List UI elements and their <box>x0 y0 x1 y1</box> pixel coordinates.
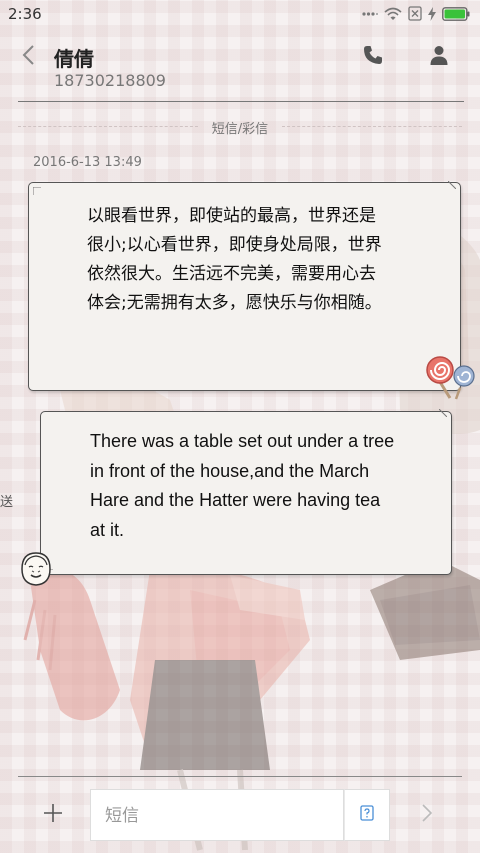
chevron-right-icon <box>421 803 433 827</box>
sms-template-button[interactable] <box>344 789 390 841</box>
contact-avatar-icon[interactable] <box>19 551 53 591</box>
bubble-corner-mark <box>448 181 456 189</box>
status-time: 2:36 <box>8 5 42 23</box>
battery-icon <box>442 6 470 21</box>
channel-label: 短信/彩信 <box>211 122 269 137</box>
message-input-box <box>90 789 344 841</box>
received-message-bubble[interactable]: There was a table set out under a tree i… <box>40 409 452 575</box>
sent-message-bubble[interactable]: 以眼看世界，即使站的最高，世界还是很小;以心看世界，即使身处局限，世界依然很大。… <box>28 181 461 391</box>
phone-icon <box>363 45 383 69</box>
back-button[interactable] <box>14 42 42 72</box>
charging-icon <box>428 6 436 21</box>
status-bar: 2:36 <box>0 0 480 28</box>
signal-dots-icon <box>362 11 378 17</box>
lollipop-sticker-icon <box>426 352 478 404</box>
person-icon <box>430 45 448 69</box>
header-divider <box>18 101 464 102</box>
chevron-left-icon <box>21 44 35 70</box>
message-text: 以眼看世界，即使站的最高，世界还是很小;以心看世界，即使身处局限，世界依然很大。… <box>87 206 382 313</box>
plus-icon <box>43 803 63 827</box>
add-attachment-button[interactable] <box>38 800 68 830</box>
bubble-corner-mark <box>33 187 41 195</box>
message-text: There was a table set out under a tree i… <box>90 431 395 540</box>
contact-number: 18730218809 <box>54 71 166 90</box>
contact-profile-button[interactable] <box>424 42 454 72</box>
send-status-label: 送 <box>0 495 14 510</box>
conversation-header: 倩倩 18730218809 <box>0 28 480 102</box>
call-button[interactable] <box>358 42 388 72</box>
status-icons <box>362 6 470 21</box>
composer-divider <box>18 776 462 777</box>
message-input[interactable] <box>103 802 335 830</box>
wifi-icon <box>384 7 402 21</box>
contact-name: 倩倩 <box>54 47 94 71</box>
bubble-corner-mark <box>439 409 447 417</box>
send-button[interactable] <box>412 800 442 830</box>
sim-off-icon <box>408 6 422 21</box>
sms-template-icon <box>360 805 374 825</box>
message-timestamp: 2016-6-13 13:49 <box>33 155 142 170</box>
